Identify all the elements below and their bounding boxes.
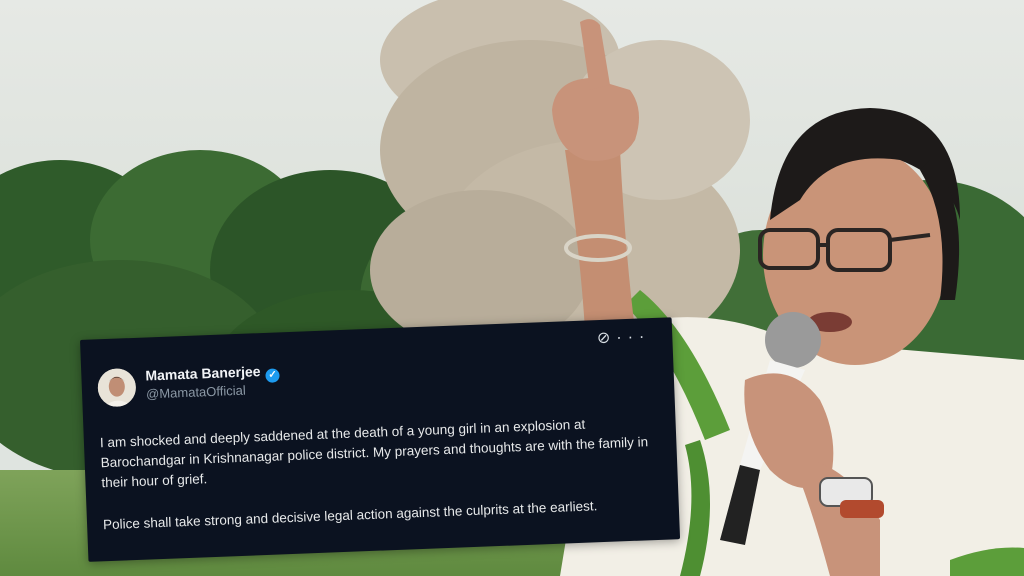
grok-icon[interactable]: ⊘ [597,329,617,347]
tweet-actions: ⊘··· [597,326,651,348]
tweet-text: I am shocked and deeply saddened at the … [100,412,660,557]
avatar[interactable] [97,367,137,408]
more-options-icon[interactable]: ··· [616,328,651,346]
verified-badge-icon: ✓ [265,368,280,383]
tweet-paragraph-1: I am shocked and deeply saddened at the … [99,416,649,491]
avatar-image [97,367,137,408]
author-handle[interactable]: @MamataOfficial [146,383,246,402]
author-name[interactable]: Mamata Banerjee [145,363,261,383]
tweet-card: ⊘··· Mamata Banerjee ✓ @MamataOfficial I … [80,317,681,562]
tweet-paragraph-2: Police shall take strong and decisive le… [102,498,598,533]
